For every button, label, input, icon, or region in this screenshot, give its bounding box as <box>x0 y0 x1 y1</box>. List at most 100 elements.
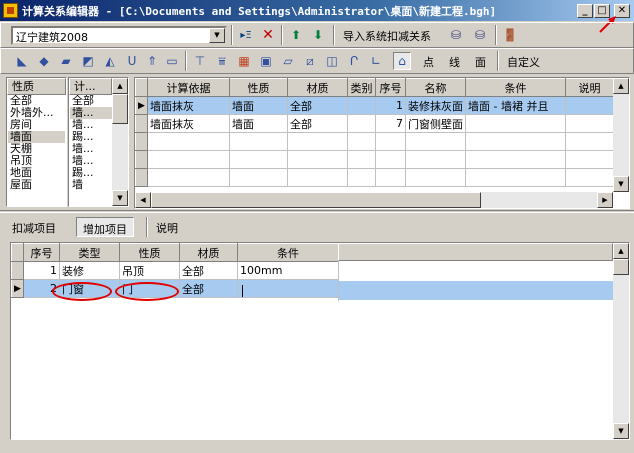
move-down-icon[interactable]: ⬇ <box>309 26 327 44</box>
brick-icon[interactable]: ▦ <box>235 52 253 70</box>
column-header[interactable]: 类型 <box>59 243 120 262</box>
magnet-icon[interactable]: Ս <box>123 52 141 70</box>
cell-note[interactable] <box>565 96 614 115</box>
column-header[interactable]: 名称 <box>405 78 466 97</box>
basis-list-scrollbar[interactable]: ▲ ▼ <box>112 78 128 206</box>
database-icon[interactable]: ⛁ <box>447 26 465 44</box>
cell-material[interactable]: 全部 <box>179 279 238 298</box>
cell-condition[interactable] <box>237 279 339 298</box>
bottom-grid-vscrollbar[interactable]: ▲ ▼ <box>613 243 629 439</box>
scroll-down-icon[interactable]: ▼ <box>112 190 128 206</box>
chevron-down-icon[interactable]: ▼ <box>209 28 225 43</box>
line-button[interactable]: 线 <box>445 51 464 71</box>
rebar-icon[interactable]: ⩸ <box>213 52 231 70</box>
cell-seq[interactable]: 7 <box>375 114 406 133</box>
column-header[interactable]: 条件 <box>465 78 566 97</box>
list-item[interactable]: 墙... <box>70 107 112 119</box>
scroll-up-icon[interactable]: ▲ <box>613 78 629 94</box>
cell-category[interactable] <box>347 114 376 133</box>
column-header[interactable]: 说明 <box>565 78 614 97</box>
table-row[interactable]: ▶ 墙面抹灰 墙面 全部 1 装修抹灰面 墙面 - 墙裙 并且 <box>135 96 614 115</box>
list-item[interactable]: 全部 <box>8 95 65 107</box>
column-header[interactable]: 材质 <box>287 78 348 97</box>
table-row[interactable]: 1 装修 吊顶 全部 100mm <box>11 261 339 280</box>
basis-list[interactable]: 计... 全部 墙... 墙... 踢... 墙... 墙... 踢... 墙 … <box>68 77 129 207</box>
scroll-down-icon[interactable]: ▼ <box>613 423 629 439</box>
hscroll-thumb[interactable] <box>151 192 481 208</box>
cell-condition[interactable]: 墙面 - 墙裙 并且 <box>465 96 566 115</box>
column-header[interactable]: 序号 <box>375 78 406 97</box>
cell-condition[interactable] <box>465 114 566 133</box>
cell-property[interactable]: 墙面 <box>229 114 288 133</box>
cell-seq[interactable]: 1 <box>375 96 406 115</box>
region-select[interactable]: 辽宁建筑2008 ▼ <box>11 26 227 45</box>
list-item[interactable]: 地面 <box>8 167 65 179</box>
scroll-up-icon[interactable]: ▲ <box>613 243 629 259</box>
minimize-button[interactable]: _ <box>577 4 593 18</box>
list-item[interactable]: 吊顶 <box>8 155 65 167</box>
cell-name[interactable]: 门窗侧壁面 <box>405 114 466 133</box>
cell-category[interactable] <box>347 96 376 115</box>
list-item[interactable]: 踢... <box>70 131 112 143</box>
table-row[interactable]: 墙面抹灰 墙面 全部 7 门窗侧壁面 <box>135 114 614 133</box>
scroll-left-icon[interactable]: ◀ <box>135 192 151 208</box>
column-icon[interactable]: ⇑ <box>143 52 161 70</box>
scroll-down-icon[interactable]: ▼ <box>613 176 629 192</box>
move-up-icon[interactable]: ⬆ <box>287 26 305 44</box>
exit-door-icon[interactable]: 🚪 <box>501 26 519 44</box>
cell-property[interactable]: 吊顶 <box>119 261 180 280</box>
list-item[interactable]: 房间 <box>8 119 65 131</box>
rail-icon[interactable]: ◫ <box>323 52 341 70</box>
wall-icon[interactable]: ◣ <box>13 52 31 70</box>
column-header[interactable]: 计算依据 <box>147 78 230 97</box>
plate-icon[interactable]: ▱ <box>279 52 297 70</box>
list-item[interactable]: 墙面 <box>8 131 65 143</box>
list-item[interactable]: 墙... <box>70 155 112 167</box>
column-header[interactable]: 性质 <box>229 78 288 97</box>
cell-basis[interactable]: 墙面抹灰 <box>147 114 230 133</box>
table-row[interactable] <box>135 168 614 187</box>
column-header[interactable]: 序号 <box>23 243 60 262</box>
grid-icon[interactable]: ▣ <box>257 52 275 70</box>
tab-deduct[interactable]: 扣减项目 <box>6 217 62 237</box>
cell-type[interactable]: 装修 <box>59 261 120 280</box>
tab-add[interactable]: 增加项目 <box>76 217 134 237</box>
scroll-up-icon[interactable]: ▲ <box>112 78 128 94</box>
cell-note[interactable] <box>565 114 614 133</box>
list-item[interactable]: 墙 <box>70 179 112 191</box>
cell-basis[interactable]: 墙面抹灰 <box>147 96 230 115</box>
roof-icon[interactable]: ◭ <box>101 52 119 70</box>
delete-icon[interactable]: ✕ <box>259 26 277 44</box>
ramp-icon[interactable]: ⧄ <box>301 52 319 70</box>
cell-material[interactable]: 全部 <box>287 96 348 115</box>
slab-icon[interactable]: ▰ <box>57 52 75 70</box>
list-item[interactable]: 墙... <box>70 119 112 131</box>
stair-icon[interactable]: ◩ <box>79 52 97 70</box>
top-grid[interactable]: 计算依据 性质 材质 类别 序号 名称 条件 说明 ▶ 墙面抹灰 墙面 全部 1… <box>134 77 630 209</box>
column-header[interactable]: 性质 <box>119 243 180 262</box>
room-icon[interactable]: ◆ <box>35 52 53 70</box>
cell-seq[interactable]: 1 <box>23 261 60 280</box>
point-button[interactable]: 点 <box>419 51 438 71</box>
list-item[interactable]: 全部 <box>70 95 112 107</box>
top-grid-hscrollbar[interactable]: ◀ ▶ <box>135 192 613 208</box>
scroll-thumb[interactable] <box>613 259 629 275</box>
column-header[interactable]: 材质 <box>179 243 238 262</box>
angle-icon[interactable]: Ր <box>345 52 363 70</box>
horizontal-splitter[interactable] <box>0 210 634 213</box>
list-item[interactable]: 外墙外... <box>8 107 65 119</box>
table-row[interactable] <box>135 132 614 151</box>
database-export-icon[interactable]: ⛁ <box>471 26 489 44</box>
cell-material[interactable]: 全部 <box>179 261 238 280</box>
list-item[interactable]: 踢... <box>70 167 112 179</box>
list-item[interactable]: 天棚 <box>8 143 65 155</box>
pile-icon[interactable]: ⊤ <box>191 52 209 70</box>
property-list[interactable]: 性质 全部 外墙外... 房间 墙面 天棚 吊顶 地面 屋面 <box>6 77 67 207</box>
insert-row-icon[interactable]: ▸Ξ <box>237 26 255 44</box>
cell-material[interactable]: 全部 <box>287 114 348 133</box>
cell-condition[interactable]: 100mm <box>237 261 339 280</box>
import-system-button[interactable]: 导入系统扣减关系 <box>339 25 435 45</box>
column-header[interactable]: 条件 <box>237 243 339 262</box>
scroll-right-icon[interactable]: ▶ <box>597 192 613 208</box>
list-item[interactable]: 墙... <box>70 143 112 155</box>
